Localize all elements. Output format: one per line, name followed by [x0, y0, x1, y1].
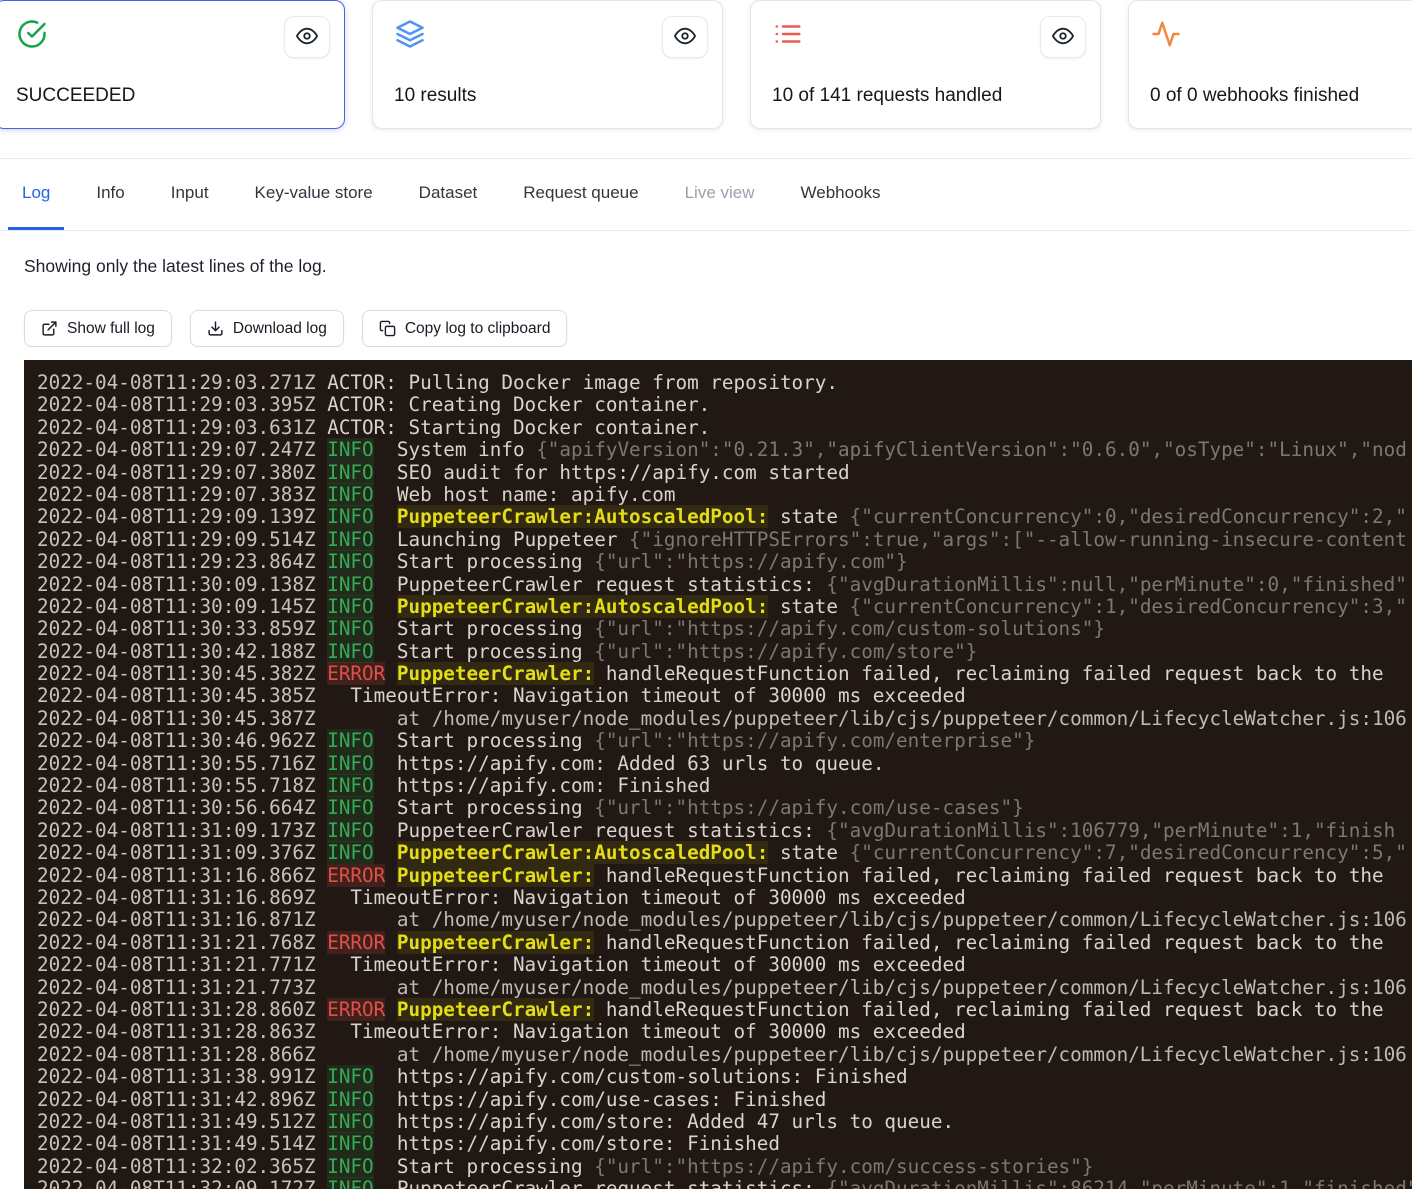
- log-line: 2022-04-08T11:30:33.859Z INFO Start proc…: [37, 618, 1412, 640]
- status-card-label: SUCCEEDED: [16, 85, 135, 107]
- eye-icon: [296, 25, 318, 50]
- log-line: 2022-04-08T11:31:16.866Z ERROR Puppeteer…: [37, 865, 1412, 887]
- tab-live-view: Live view: [671, 159, 769, 230]
- log-line: 2022-04-08T11:31:49.512Z INFO https://ap…: [37, 1111, 1412, 1133]
- download-log-button[interactable]: Download log: [190, 310, 344, 347]
- log-line: 2022-04-08T11:31:16.869Z TimeoutError: N…: [37, 887, 1412, 909]
- tab-webhooks[interactable]: Webhooks: [787, 159, 895, 230]
- tab-log[interactable]: Log: [8, 159, 64, 230]
- log-line: 2022-04-08T11:30:42.188Z INFO Start proc…: [37, 641, 1412, 663]
- log-line: 2022-04-08T11:31:09.173Z INFO PuppeteerC…: [37, 820, 1412, 842]
- log-line: 2022-04-08T11:31:28.866Z at /home/myuser…: [37, 1044, 1412, 1066]
- log-line: 2022-04-08T11:31:42.896Z INFO https://ap…: [37, 1089, 1412, 1111]
- button-label: Download log: [233, 320, 327, 338]
- tab-dataset[interactable]: Dataset: [405, 159, 492, 230]
- log-line: 2022-04-08T11:30:55.716Z INFO https://ap…: [37, 753, 1412, 775]
- log-line: 2022-04-08T11:29:07.380Z INFO SEO audit …: [37, 462, 1412, 484]
- view-details-button-results[interactable]: [662, 16, 708, 58]
- log-line: 2022-04-08T11:31:21.768Z ERROR Puppeteer…: [37, 932, 1412, 954]
- log-line: 2022-04-08T11:29:09.514Z INFO Launching …: [37, 529, 1412, 551]
- status-card-label: 0 of 0 webhooks finished: [1150, 85, 1359, 107]
- tab-key-value-store[interactable]: Key-value store: [241, 159, 387, 230]
- log-line: 2022-04-08T11:31:21.771Z TimeoutError: N…: [37, 954, 1412, 976]
- log-console[interactable]: 2022-04-08T11:29:03.271Z ACTOR: Pulling …: [24, 360, 1412, 1189]
- log-line: 2022-04-08T11:29:09.139Z INFO PuppeteerC…: [37, 506, 1412, 528]
- log-line: 2022-04-08T11:30:46.962Z INFO Start proc…: [37, 730, 1412, 752]
- tab-info[interactable]: Info: [82, 159, 138, 230]
- log-actions: Show full log Download log Copy log to cli…: [24, 310, 567, 347]
- status-card-requests: 10 of 141 requests handled: [750, 0, 1101, 129]
- log-line: 2022-04-08T11:31:49.514Z INFO https://ap…: [37, 1133, 1412, 1155]
- check-circle-icon: [15, 17, 49, 51]
- eye-icon: [1052, 25, 1074, 50]
- log-line: 2022-04-08T11:31:38.991Z INFO https://ap…: [37, 1066, 1412, 1088]
- log-notice: Showing only the latest lines of the log…: [24, 256, 327, 277]
- activity-icon: [1149, 17, 1183, 51]
- button-label: Show full log: [67, 320, 155, 338]
- eye-icon: [674, 25, 696, 50]
- log-line: 2022-04-08T11:31:16.871Z at /home/myuser…: [37, 909, 1412, 931]
- log-line: 2022-04-08T11:31:28.863Z TimeoutError: N…: [37, 1021, 1412, 1043]
- log-line: 2022-04-08T11:30:45.385Z TimeoutError: N…: [37, 685, 1412, 707]
- list-icon: [771, 17, 805, 51]
- tab-bar: Log Info Input Key-value store DatasetReques…: [0, 158, 1412, 231]
- log-line: 2022-04-08T11:32:02.365Z INFO Start proc…: [37, 1156, 1412, 1178]
- log-line: 2022-04-08T11:30:09.145Z INFO PuppeteerC…: [37, 596, 1412, 618]
- log-line: 2022-04-08T11:31:21.773Z at /home/myuser…: [37, 977, 1412, 999]
- status-card-label: 10 results: [394, 85, 476, 107]
- show-full-log-button[interactable]: Show full log: [24, 310, 172, 347]
- log-line: 2022-04-08T11:32:09.172Z INFO PuppeteerC…: [37, 1178, 1412, 1189]
- log-line: 2022-04-08T11:29:03.271Z ACTOR: Pulling …: [37, 372, 1412, 394]
- status-card-succeeded: SUCCEEDED: [0, 0, 345, 129]
- log-line: 2022-04-08T11:29:03.395Z ACTOR: Creating…: [37, 394, 1412, 416]
- log-line: 2022-04-08T11:30:45.382Z ERROR Puppeteer…: [37, 663, 1412, 685]
- log-line: 2022-04-08T11:30:09.138Z INFO PuppeteerC…: [37, 574, 1412, 596]
- log-line: 2022-04-08T11:30:56.664Z INFO Start proc…: [37, 797, 1412, 819]
- status-card-label: 10 of 141 requests handled: [772, 85, 1002, 107]
- button-label: Copy log to clipboard: [405, 320, 551, 338]
- copy-icon: [379, 320, 396, 337]
- tab-request-queue[interactable]: Request queue: [509, 159, 652, 230]
- external-link-icon: [41, 320, 58, 337]
- log-line: 2022-04-08T11:29:23.864Z INFO Start proc…: [37, 551, 1412, 573]
- log-line: 2022-04-08T11:29:07.247Z INFO System inf…: [37, 439, 1412, 461]
- tab-input[interactable]: Input: [157, 159, 223, 230]
- status-cards-row: SUCCEEDED 10 results 10 of 141 requests ha…: [0, 0, 1412, 129]
- view-details-button-succeeded[interactable]: [284, 16, 330, 58]
- log-line: 2022-04-08T11:30:45.387Z at /home/myuser…: [37, 708, 1412, 730]
- copy-log-to-clipboard-button[interactable]: Copy log to clipboard: [362, 310, 568, 347]
- log-line: 2022-04-08T11:30:55.718Z INFO https://ap…: [37, 775, 1412, 797]
- layers-icon: [393, 17, 427, 51]
- log-line: 2022-04-08T11:29:07.383Z INFO Web host n…: [37, 484, 1412, 506]
- download-icon: [207, 320, 224, 337]
- status-card-results: 10 results: [372, 0, 723, 129]
- log-line: 2022-04-08T11:31:28.860Z ERROR Puppeteer…: [37, 999, 1412, 1021]
- log-line: 2022-04-08T11:29:03.631Z ACTOR: Starting…: [37, 417, 1412, 439]
- view-details-button-requests[interactable]: [1040, 16, 1086, 58]
- log-line: 2022-04-08T11:31:09.376Z INFO PuppeteerC…: [37, 842, 1412, 864]
- status-card-webhooks: 0 of 0 webhooks finished: [1128, 0, 1412, 129]
